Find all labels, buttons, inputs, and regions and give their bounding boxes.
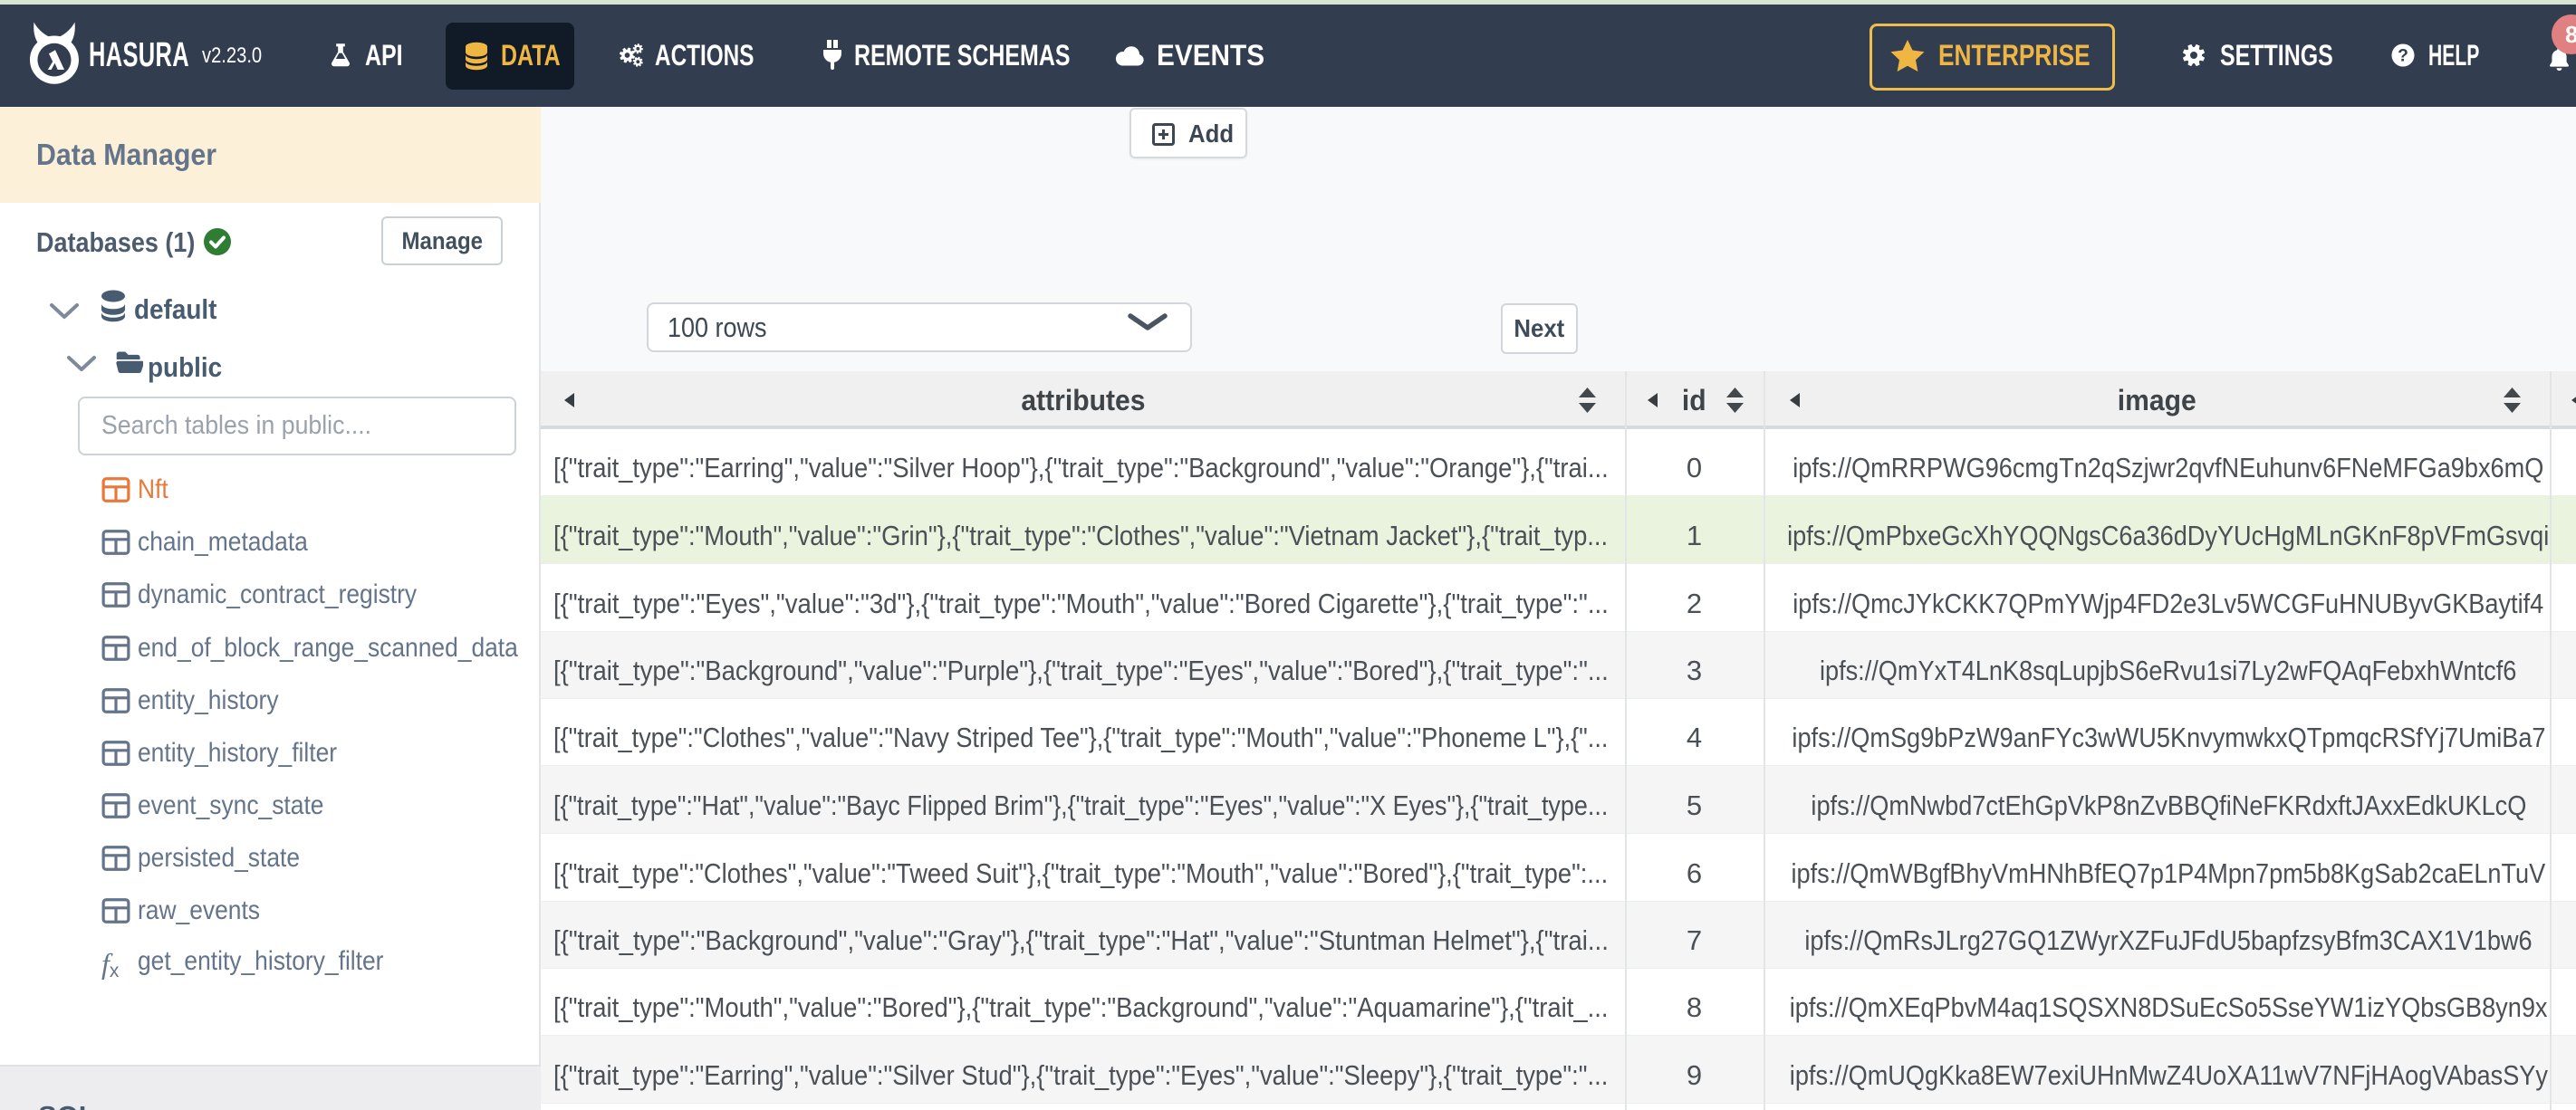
svg-text:?: ? [2398, 46, 2408, 65]
